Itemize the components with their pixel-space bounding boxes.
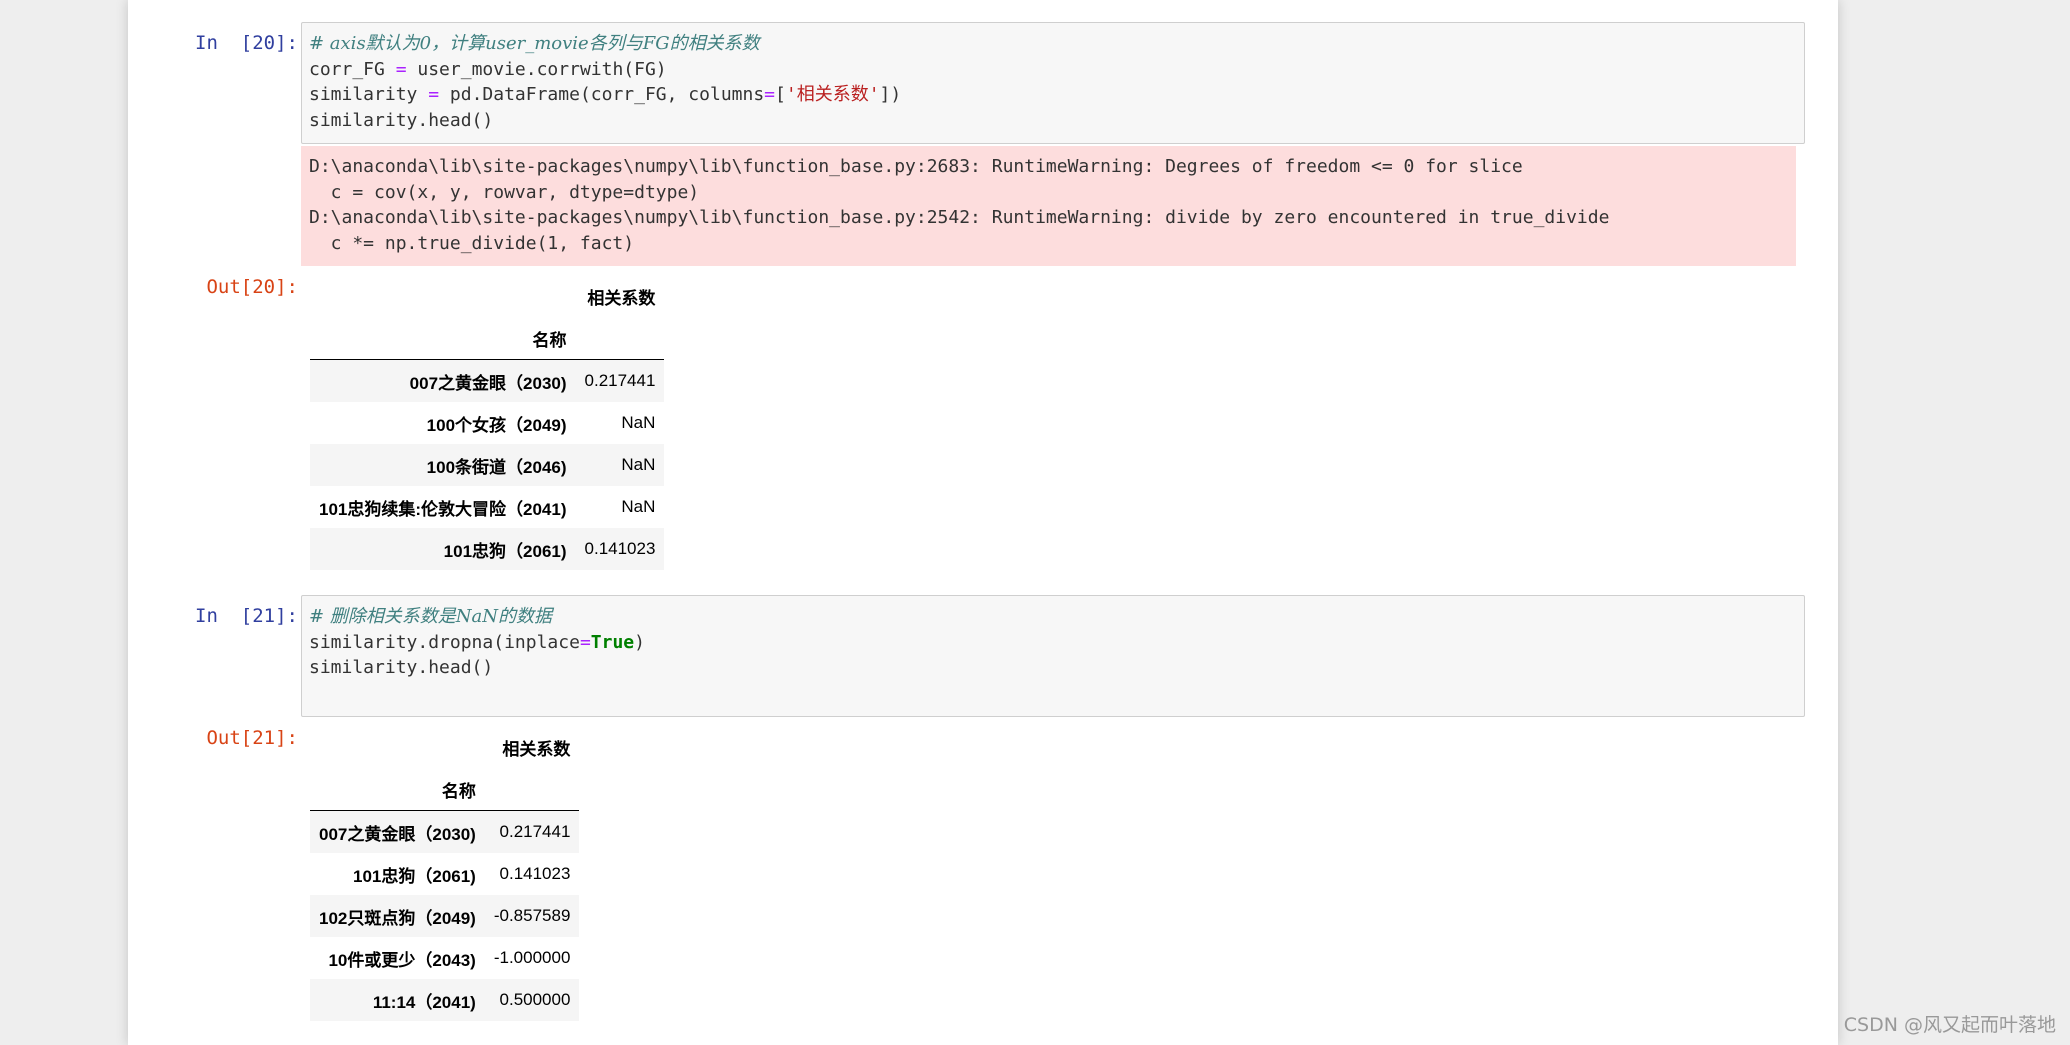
code-operator: = (395, 58, 407, 80)
code-cell-21[interactable]: # 删除相关系数是NaN的数据 similarity.dropna(inplac… (301, 595, 1805, 717)
row-index: 101忠狗（2061) (443, 541, 567, 561)
notebook-container: In [20]: # axis默认为0，计算user_movie各列与FG的相关… (128, 0, 1838, 1045)
code-operator: = (428, 84, 440, 105)
stderr-line: c = cov(x, y, rowvar, dtype=dtype) (309, 181, 700, 203)
row-index: 100个女孩（2049) (426, 415, 567, 435)
row-index: 100条街道（2046) (426, 457, 567, 477)
stderr-line: D:\anaconda\lib\site-packages\numpy\lib\… (309, 207, 1610, 228)
code-operator: = (579, 631, 591, 653)
code-comment: # 删除相关系数是NaN的数据 (309, 606, 553, 627)
row-value: -0.857589 (493, 906, 571, 925)
code-text: similarity.head() (309, 657, 494, 678)
index-name: 名称 (310, 768, 485, 811)
code-cell-20[interactable]: # axis默认为0，计算user_movie各列与FG的相关系数 corr_F… (301, 22, 1805, 144)
row-index: 102只斑点狗（2049) (319, 908, 476, 928)
output-prompt-20: Out[20]: (206, 276, 298, 298)
row-index: 101忠狗续集:伦敦大冒险（2041) (319, 499, 567, 519)
row-value: NaN (621, 413, 656, 432)
table-row: 007之黄金眼（2030) 0.217441 (310, 810, 580, 853)
code-text: similarity.dropna(inplace (309, 631, 580, 653)
table-corner (310, 726, 485, 768)
code-text: user_movie.corrwith(FG) (406, 58, 667, 80)
code-keyword: True (590, 631, 635, 653)
row-index: 007之黄金眼（2030) (319, 824, 476, 844)
code-text: pd.DataFrame(corr_FG, columns (439, 84, 765, 105)
stderr-line: c *= np.true_divide(1, fact) (309, 232, 635, 254)
dataframe-table-20: 相关系数 名称 007之黄金眼（2030) 0.217441 100个女孩（204… (310, 275, 665, 570)
code-text: ]) (879, 84, 902, 105)
row-value: 0.141023 (584, 539, 656, 558)
row-index: 007之黄金眼（2030) (409, 373, 567, 393)
table-row: 100个女孩（2049) NaN (310, 402, 664, 444)
row-value: -1.000000 (493, 948, 571, 967)
table-row: 11:14（2041) 0.500000 (310, 979, 580, 1021)
table-corner (310, 275, 576, 317)
dataframe-table-21: 相关系数 名称 007之黄金眼（2030) 0.217441 101忠狗（2061… (310, 726, 580, 1021)
table-row: 101忠狗（2061) 0.141023 (310, 528, 665, 570)
table-corner (484, 768, 580, 811)
output-prompt-21: Out[21]: (206, 727, 298, 749)
row-index: 101忠狗（2061) (353, 866, 476, 886)
stderr-line: D:\anaconda\lib\site-packages\numpy\lib\… (309, 156, 1523, 177)
row-index: 11:14（2041) (372, 992, 476, 1012)
code-comment: # axis默认为0，计算user_movie各列与FG的相关系数 (309, 33, 760, 54)
column-header: 相关系数 (502, 739, 571, 759)
table-row: 100条街道（2046) NaN (310, 444, 665, 486)
row-value: NaN (621, 497, 656, 516)
input-prompt-21: In [21]: (195, 605, 298, 627)
table-row: 102只斑点狗（2049) -0.857589 (310, 895, 580, 937)
code-operator: = (764, 84, 776, 105)
row-value: 0.500000 (499, 990, 571, 1009)
code-text: similarity (309, 84, 429, 105)
code-text: ) (634, 631, 645, 653)
row-value: 0.217441 (584, 371, 656, 390)
table-row: 10件或更少（2043) -1.000000 (310, 937, 579, 979)
row-value: 0.217441 (499, 822, 571, 841)
row-value: 0.141023 (499, 864, 571, 883)
watermark: CSDN @风又起而叶落地 (1843, 1014, 2056, 1036)
table-row: 101忠狗续集:伦敦大冒险（2041) NaN (310, 486, 664, 528)
code-string: '相关系数' (785, 84, 880, 105)
input-prompt-20: In [20]: (195, 32, 298, 54)
row-value: NaN (621, 455, 656, 474)
index-name: 名称 (310, 317, 576, 360)
table-row: 101忠狗（2061) 0.141023 (310, 853, 579, 895)
code-text: corr_FG (309, 58, 396, 80)
row-index: 10件或更少（2043) (328, 950, 476, 970)
stderr-output: D:\anaconda\lib\site-packages\numpy\lib\… (301, 146, 1796, 266)
table-corner (575, 317, 665, 360)
table-row: 007之黄金眼（2030) 0.217441 (310, 359, 665, 402)
column-header: 相关系数 (587, 288, 656, 308)
code-text: [ (775, 84, 786, 105)
code-text: similarity.head() (309, 109, 494, 131)
